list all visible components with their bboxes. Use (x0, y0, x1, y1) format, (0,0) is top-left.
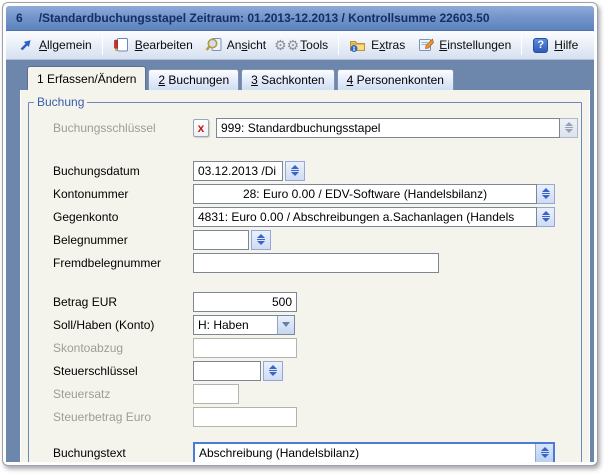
soll-haben-label: Soll/Haben (Konto) (29, 318, 193, 332)
buchungstext-spinner[interactable] (535, 444, 553, 462)
arrow-ne-icon (17, 37, 34, 53)
bearbeiten-label: Bearbeiten (135, 38, 193, 52)
row-soll-haben: Soll/Haben (Konto) H: Haben (29, 314, 581, 335)
gegenkonto-input[interactable] (193, 207, 537, 227)
row-betrag: Betrag EUR (29, 291, 581, 312)
buchungstext-input[interactable] (195, 444, 535, 462)
buchungsschluessel-spinner[interactable] (560, 118, 578, 138)
tab-buchungen[interactable]: 2 Buchungen (148, 69, 239, 90)
row-gegenkonto: Gegenkonto (29, 206, 581, 227)
belegnummer-label: Belegnummer (29, 233, 193, 247)
row-belegnummer: Belegnummer (29, 229, 581, 250)
window-body: 1 Erfassen/Ändern 2 Buchungen 3 Sachkont… (6, 60, 594, 462)
steuersatz-label: Steuersatz (29, 387, 193, 401)
skontoabzug-input (193, 338, 297, 358)
skontoabzug-label: Skontoabzug (29, 341, 193, 355)
kontonummer-input[interactable] (193, 184, 537, 204)
steuerschluessel-spinner[interactable] (263, 361, 283, 381)
buchungsschluessel-label: Buchungsschlüssel (29, 121, 193, 135)
fremdbelegnummer-input[interactable] (193, 253, 439, 273)
magnifier-icon (205, 37, 222, 53)
tab-sachkonten[interactable]: 3 Sachkonten (241, 69, 334, 90)
row-steuerbetrag: Steuerbetrag Euro (29, 406, 581, 427)
allgemein-menu-button[interactable]: Allgemein (11, 34, 98, 56)
folder-icon (349, 37, 366, 53)
tab-erfassen-aendern[interactable]: 1 Erfassen/Ändern (27, 66, 146, 90)
gegenkonto-spinner[interactable] (537, 207, 555, 227)
window-title: /Standardbuchungsstapel Zeitraum: 01.201… (39, 11, 490, 25)
einstellungen-menu-button[interactable]: Einstellungen (411, 34, 517, 56)
row-steuerschluessel: Steuerschlüssel (29, 360, 581, 381)
titlebar: 6 /Standardbuchungsstapel Zeitraum: 01.2… (6, 6, 594, 31)
soll-haben-dropdown-button[interactable] (277, 316, 294, 334)
buchungstext-label: Buchungstext (29, 446, 193, 460)
tools-menu-button[interactable]: ⚙⚙ Tools (272, 34, 334, 56)
buchung-group: Buchung Buchungsschlüssel x Buchungsdatu… (28, 95, 582, 462)
row-buchungstext: Buchungstext (29, 442, 581, 462)
tab-panel: Buchung Buchungsschlüssel x Buchungsdatu… (20, 90, 590, 462)
ansicht-menu-button[interactable]: Ansicht (199, 34, 272, 56)
row-skontoabzug: Skontoabzug (29, 337, 581, 358)
ansicht-label: Ansicht (227, 38, 266, 52)
row-buchungsdatum: Buchungsdatum (29, 160, 581, 181)
extras-label: Extras (371, 38, 405, 52)
soll-haben-value: H: Haben (194, 316, 277, 334)
application-window: 6 /Standardbuchungsstapel Zeitraum: 01.2… (2, 2, 598, 466)
hilfe-menu-button[interactable]: ? Hilfe (526, 34, 584, 56)
fremdbelegnummer-label: Fremdbelegnummer (29, 256, 193, 270)
help-icon: ? (532, 37, 549, 53)
toolbar-separator (521, 35, 522, 55)
steuerschluessel-label: Steuerschlüssel (29, 364, 193, 378)
einstellungen-label: Einstellungen (439, 38, 511, 52)
tab-personenkonten[interactable]: 4 Personenkonten (337, 69, 454, 90)
hilfe-label: Hilfe (554, 38, 578, 52)
tools-label: Tools (300, 38, 328, 52)
edit-document-icon (113, 37, 130, 53)
betrag-label: Betrag EUR (29, 295, 193, 309)
window-number: 6 (16, 11, 23, 25)
clear-icon[interactable]: x (193, 119, 209, 137)
gegenkonto-label: Gegenkonto (29, 210, 193, 224)
row-fremdbelegnummer: Fremdbelegnummer (29, 252, 581, 273)
toolbar: Allgemein Bearbeiten Ansicht ⚙⚙ Tools Ex… (6, 31, 594, 60)
buchungsdatum-spinner[interactable] (285, 161, 305, 181)
chevron-down-icon (282, 322, 290, 327)
betrag-input[interactable] (193, 292, 297, 312)
belegnummer-spinner[interactable] (251, 230, 271, 250)
steuerschluessel-input[interactable] (193, 361, 261, 381)
extras-menu-button[interactable]: Extras (343, 34, 411, 56)
belegnummer-input[interactable] (193, 230, 249, 250)
bearbeiten-menu-button[interactable]: Bearbeiten (107, 34, 199, 56)
toolbar-separator (102, 35, 103, 55)
row-kontonummer: Kontonummer (29, 183, 581, 204)
gears-icon: ⚙⚙ (278, 37, 295, 53)
buchungsdatum-label: Buchungsdatum (29, 164, 193, 178)
soll-haben-combobox[interactable]: H: Haben (193, 315, 295, 335)
buchungstext-focus-frame (193, 442, 555, 463)
buchungsdatum-input[interactable] (193, 161, 283, 181)
steuersatz-input (193, 384, 239, 404)
buchungsschluessel-input[interactable] (216, 118, 560, 138)
row-steuersatz: Steuersatz (29, 383, 581, 404)
kontonummer-label: Kontonummer (29, 187, 193, 201)
allgemein-label: Allgemein (39, 38, 92, 52)
tab-strip: 1 Erfassen/Ändern 2 Buchungen 3 Sachkont… (20, 66, 590, 90)
row-buchungsschluessel: Buchungsschlüssel x (29, 117, 581, 138)
toolbar-separator (338, 35, 339, 55)
steuerbetrag-input (193, 407, 297, 427)
kontonummer-spinner[interactable] (537, 184, 555, 204)
settings-page-icon (417, 37, 434, 53)
steuerbetrag-label: Steuerbetrag Euro (29, 410, 193, 424)
buchung-group-title: Buchung (34, 95, 87, 109)
